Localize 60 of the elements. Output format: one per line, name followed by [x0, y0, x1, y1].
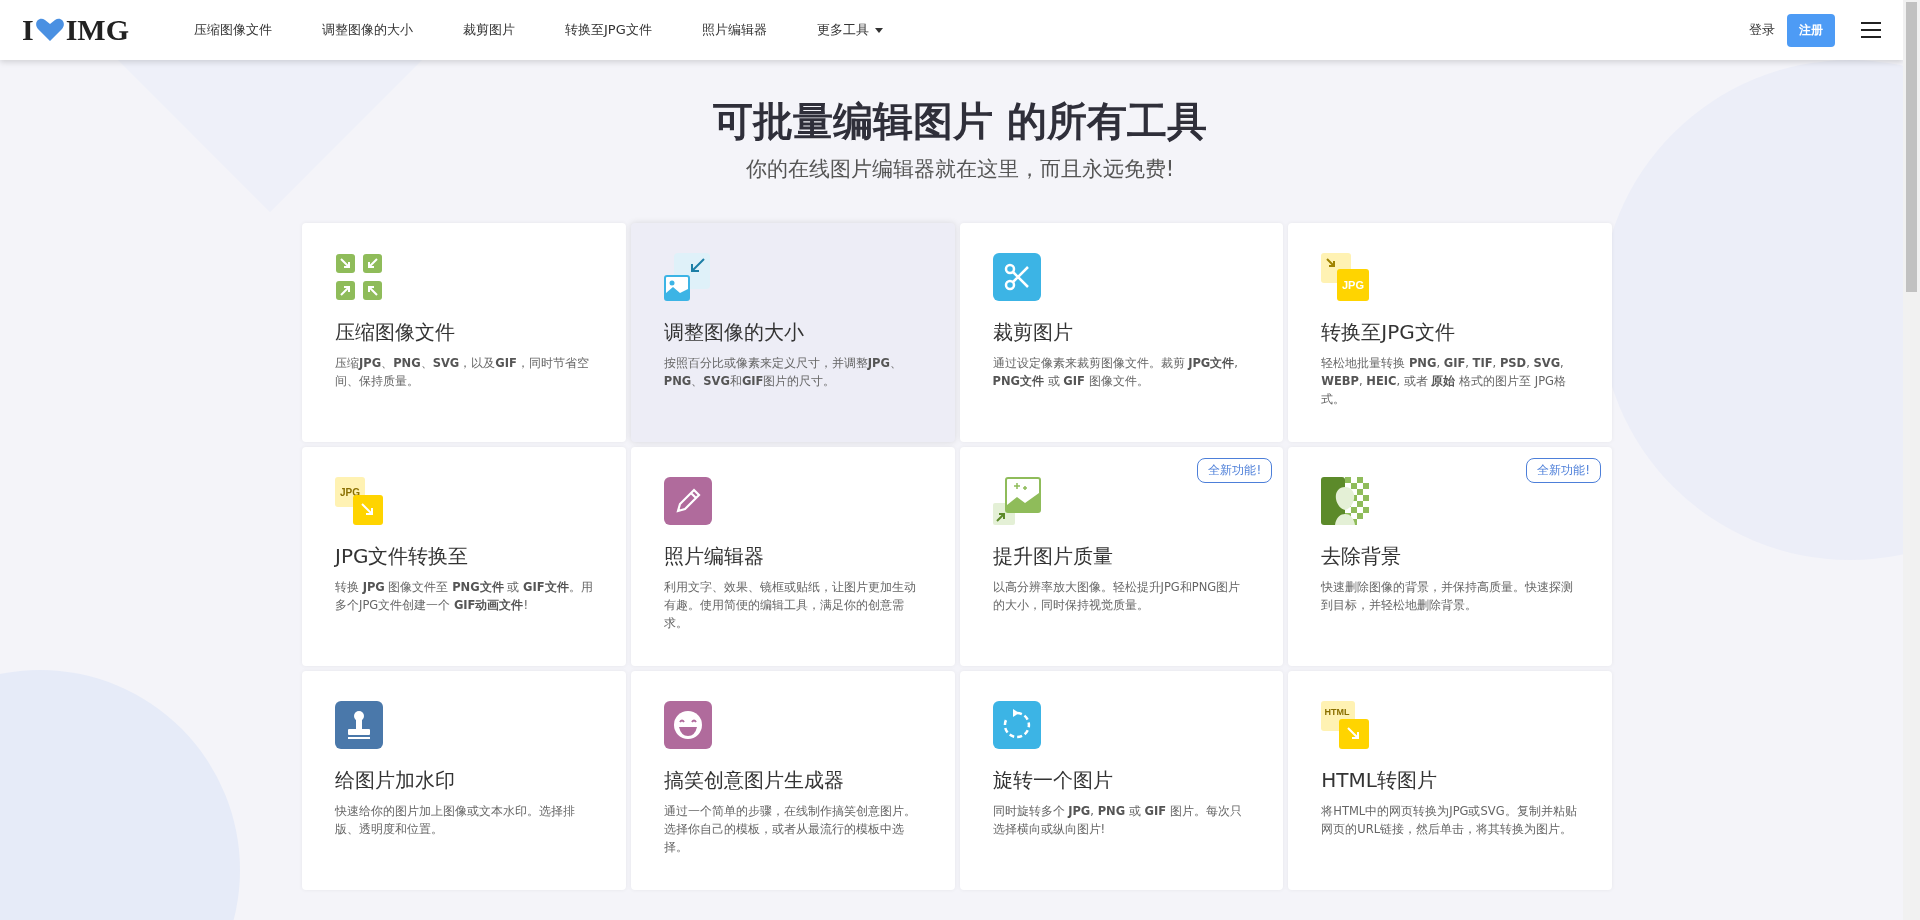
menu-icon[interactable]: [1861, 22, 1881, 38]
tool-card[interactable]: JPG 转换至JPG文件 轻松地批量转换 PNG, GIF, TIF, PSD, SVG, WEBP, HEIC, 或者 原始 格式的图片至 JPG格式。: [1288, 223, 1612, 442]
tool-title: 给图片加水印: [335, 767, 456, 794]
tool-title: 提升图片质量: [992, 543, 1114, 570]
tool-description: 同时旋转多个 JPG, PNG 或 GIF 图片。每次只选择横向或纵向图片!: [992, 803, 1243, 838]
tool-title: 搞笑创意图片生成器: [663, 767, 845, 794]
tool-card[interactable]: 裁剪图片 通过设定像素来裁剪图像文件。裁剪 JPG文件, PNG文件 或 GIF 图像文件。: [959, 223, 1284, 442]
site-logo[interactable]: I IMG: [22, 13, 129, 47]
stamp-icon: [335, 701, 383, 749]
tool-description: 按照百分比或像素来定义尺寸，并调整JPG、PNG、SVG和GIF图片的尺寸。: [663, 355, 903, 390]
nav-link[interactable]: 调整图像的大小: [297, 21, 438, 39]
pencil-icon: [663, 477, 712, 525]
tool-card[interactable]: 调整图像的大小 按照百分比或像素来定义尺寸，并调整JPG、PNG、SVG和GIF图片的尺寸。: [630, 223, 955, 442]
tool-description: 快速删除图像的背景，并保持高质量。快速探测到目标，并轻松地删除背景。: [1321, 579, 1575, 614]
tool-description: 将HTML中的网页转换为JPG或SVG。复制并粘贴网页的URL链接，然后单击，将其转换为图片。: [1321, 803, 1578, 838]
scissors-icon: [992, 253, 1041, 301]
remove-background-icon: [1321, 477, 1370, 525]
compress-arrows-icon: [335, 253, 383, 301]
page-title: 可批量编辑图片 的所有工具: [712, 97, 1208, 146]
nav-link[interactable]: 照片编辑器: [676, 21, 792, 39]
tool-card[interactable]: JPG JPG文件转换至 转换 JPG 图像文件至 PNG文件 或 GIF文件。用多个JPG文件创建一个 GIF动画文件!: [302, 447, 626, 666]
tool-title: 照片编辑器: [663, 543, 765, 570]
tool-title: HTML转图片: [1321, 767, 1438, 794]
nav-link[interactable]: 裁剪图片: [438, 21, 540, 39]
upscale-image-icon: [992, 477, 1041, 525]
resize-image-icon: [663, 253, 712, 301]
tool-card[interactable]: 给图片加水印 快速给你的图片加上图像或文本水印。选择排版、透明度和位置。: [302, 671, 626, 890]
tool-card[interactable]: 搞笑创意图片生成器 通过一个简单的步骤，在线制作搞笑创意图片。选择你自己的模板，或者从最流行的模板中选择。: [630, 671, 955, 890]
tool-title: JPG文件转换至: [335, 543, 470, 570]
tool-description: 以高分辨率放大图像。轻松提升JPG和PNG图片的大小，同时保持视觉质量。: [992, 579, 1242, 614]
tool-description: 通过一个简单的步骤，在线制作搞笑创意图片。选择你自己的模板，或者从最流行的模板中选择。: [663, 803, 917, 856]
nav-link[interactable]: 转换至JPG文件: [540, 21, 677, 39]
tool-card[interactable]: 全新功能! 去除背景 快速删除图像的背景，并保持高质量。快速探测到目标，并轻松地删除背景。: [1288, 447, 1612, 666]
tool-description: 转换 JPG 图像文件至 PNG文件 或 GIF文件。用多个JPG文件创建一个 GIF动画文件!: [335, 579, 593, 614]
new-feature-badge: 全新功能!: [1526, 458, 1601, 483]
tool-card[interactable]: 压缩图像文件 压缩JPG、PNG、SVG，以及GIF，同时节省空间、保持质量。: [302, 223, 626, 442]
nav-link[interactable]: 更多工具: [791, 21, 908, 39]
tool-title: 旋转一个图片: [992, 767, 1114, 794]
rotate-icon: [992, 701, 1041, 749]
tool-title: 压缩图像文件: [335, 319, 456, 346]
tool-card[interactable]: HTML HTML转图片 将HTML中的网页转换为JPG或SVG。复制并粘贴网页的URL链接，然后单击，将其转换为图片。: [1288, 671, 1612, 890]
heart-icon: [34, 18, 65, 42]
page-subtitle: 你的在线图片编辑器就在这里，而且永远免费!: [744, 156, 1176, 183]
tool-description: 快速给你的图片加上图像或文本水印。选择排版、透明度和位置。: [335, 803, 576, 838]
tool-card[interactable]: 全新功能! 提升图片质量 以高分辨率放大图像。轻松提升JPG和PNG图片的大小，同时保持视觉质量。: [959, 447, 1284, 666]
tool-title: 转换至JPG文件: [1321, 319, 1456, 346]
tool-card[interactable]: 照片编辑器 利用文字、效果、镜框或贴纸，让图片更加生动有趣。使用简便的编辑工具，满足你的创意需求。: [630, 447, 955, 666]
new-feature-badge: 全新功能!: [1197, 458, 1273, 483]
tool-title: 调整图像的大小: [663, 319, 805, 346]
tool-description: 利用文字、效果、镜框或贴纸，让图片更加生动有趣。使用简便的编辑工具，满足你的创意需求。: [663, 579, 917, 632]
tool-title: 去除背景: [1321, 543, 1403, 570]
scrollbar[interactable]: [1903, 0, 1920, 920]
login-link[interactable]: 登录: [1749, 21, 1775, 39]
tool-card[interactable]: 旋转一个图片 同时旋转多个 JPG, PNG 或 GIF 图片。每次只选择横向或纵向图片!: [959, 671, 1284, 890]
laughing-face-icon: [663, 701, 712, 749]
tool-description: 通过设定像素来裁剪图像文件。裁剪 JPG文件, PNG文件 或 GIF 图像文件。: [992, 355, 1239, 390]
tool-description: 压缩JPG、PNG、SVG，以及GIF，同时节省空间、保持质量。: [335, 355, 590, 390]
tool-description: 轻松地批量转换 PNG, GIF, TIF, PSD, SVG, WEBP, HEIC, 或者 原始 格式的图片至 JPG格式。: [1321, 355, 1568, 408]
nav-link[interactable]: 压缩图像文件: [169, 21, 297, 39]
tool-title: 裁剪图片: [992, 319, 1074, 346]
